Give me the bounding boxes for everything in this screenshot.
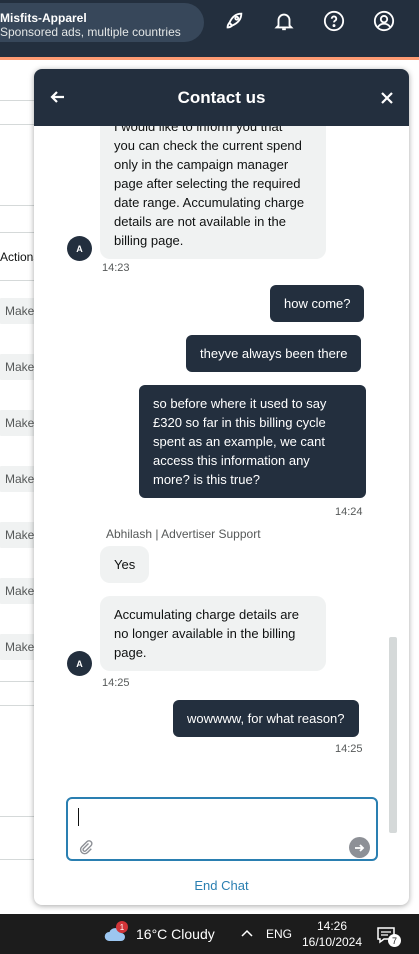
agent-message-bubble: Yes [100,546,150,583]
message-line: no longer available in the billing [114,626,296,641]
weather-text[interactable]: 16°C Cloudy [136,926,215,942]
message-timestamp: 14:25 [102,677,130,689]
message-line: date range. Accumulating charge [114,195,305,210]
end-chat-link[interactable]: End Chat [34,878,409,893]
text-caret [78,808,79,826]
top-app-bar: Misfits-Apparel Sponsored ads, multiple … [0,0,419,57]
contact-us-chat-panel: Contact us I would like to inform you th… [34,69,409,905]
account-icon[interactable] [371,8,397,34]
notification-count-badge: 7 [388,934,401,947]
clock[interactable]: 14:26 16/10/2024 [300,918,364,950]
message-line: more? is this true? [153,472,260,487]
agent-message-bubble: Accumulating charge details are no longe… [100,596,326,671]
message-list[interactable]: I would like to inform you that you can … [34,126,409,846]
message-line: details are not available in the [114,214,287,229]
message-line: billing page. [114,233,184,248]
scrollbar[interactable] [389,637,397,833]
account-switcher[interactable]: Misfits-Apparel Sponsored ads, multiple … [0,3,204,42]
message-timestamp: 14:25 [335,743,363,755]
account-subtitle: Sponsored ads, multiple countries [0,25,181,39]
chevron-up-icon[interactable] [240,926,254,940]
weather-alert-badge: 1 [116,921,128,933]
agent-message-bubble: I would like to inform you that you can … [100,126,326,259]
message-line: only in the campaign manager [114,157,289,172]
message-line: page. [114,645,147,660]
clock-date: 16/10/2024 [301,935,363,949]
agent-avatar: A [67,651,92,676]
send-arrow-icon[interactable] [349,837,370,858]
message-timestamp: 14:24 [335,506,363,518]
windows-taskbar: 1 16°C Cloudy ENG 14:26 16/10/2024 7 [0,914,419,954]
message-line: Accumulating charge details are [114,607,299,622]
user-message-bubble: wowwww, for what reason? [173,700,359,737]
help-icon[interactable] [321,8,347,34]
rocket-icon[interactable] [221,8,247,34]
message-line: page after selecting the required [114,176,301,191]
language-indicator[interactable]: ENG [266,927,292,941]
user-message-bubble: so before where it used to say £320 so f… [139,385,366,498]
message-line: I would like to inform you that [114,126,283,134]
message-line: access this information any [153,453,310,468]
user-message-bubble: how come? [270,285,365,322]
message-line: spent as an example, we cant [153,434,325,449]
clock-time: 14:26 [316,919,348,933]
message-line: £320 so far in this billing cycle [153,415,326,430]
account-name: Misfits-Apparel [0,11,87,25]
message-input-box [66,797,378,861]
message-line: you can check the current spend [114,138,302,153]
message-input[interactable] [76,803,366,833]
chat-header: Contact us [34,69,409,126]
agent-avatar: A [67,236,92,261]
accent-divider [0,57,419,60]
agent-sender-name: Abhilash | Advertiser Support [106,527,261,541]
close-icon[interactable] [380,91,394,105]
bell-icon[interactable] [271,8,297,34]
paperclip-icon[interactable] [78,839,94,855]
user-message-bubble: theyve always been there [186,335,362,372]
message-timestamp: 14:23 [102,262,130,274]
chat-title: Contact us [177,88,266,107]
message-line: so before where it used to say [153,396,327,411]
